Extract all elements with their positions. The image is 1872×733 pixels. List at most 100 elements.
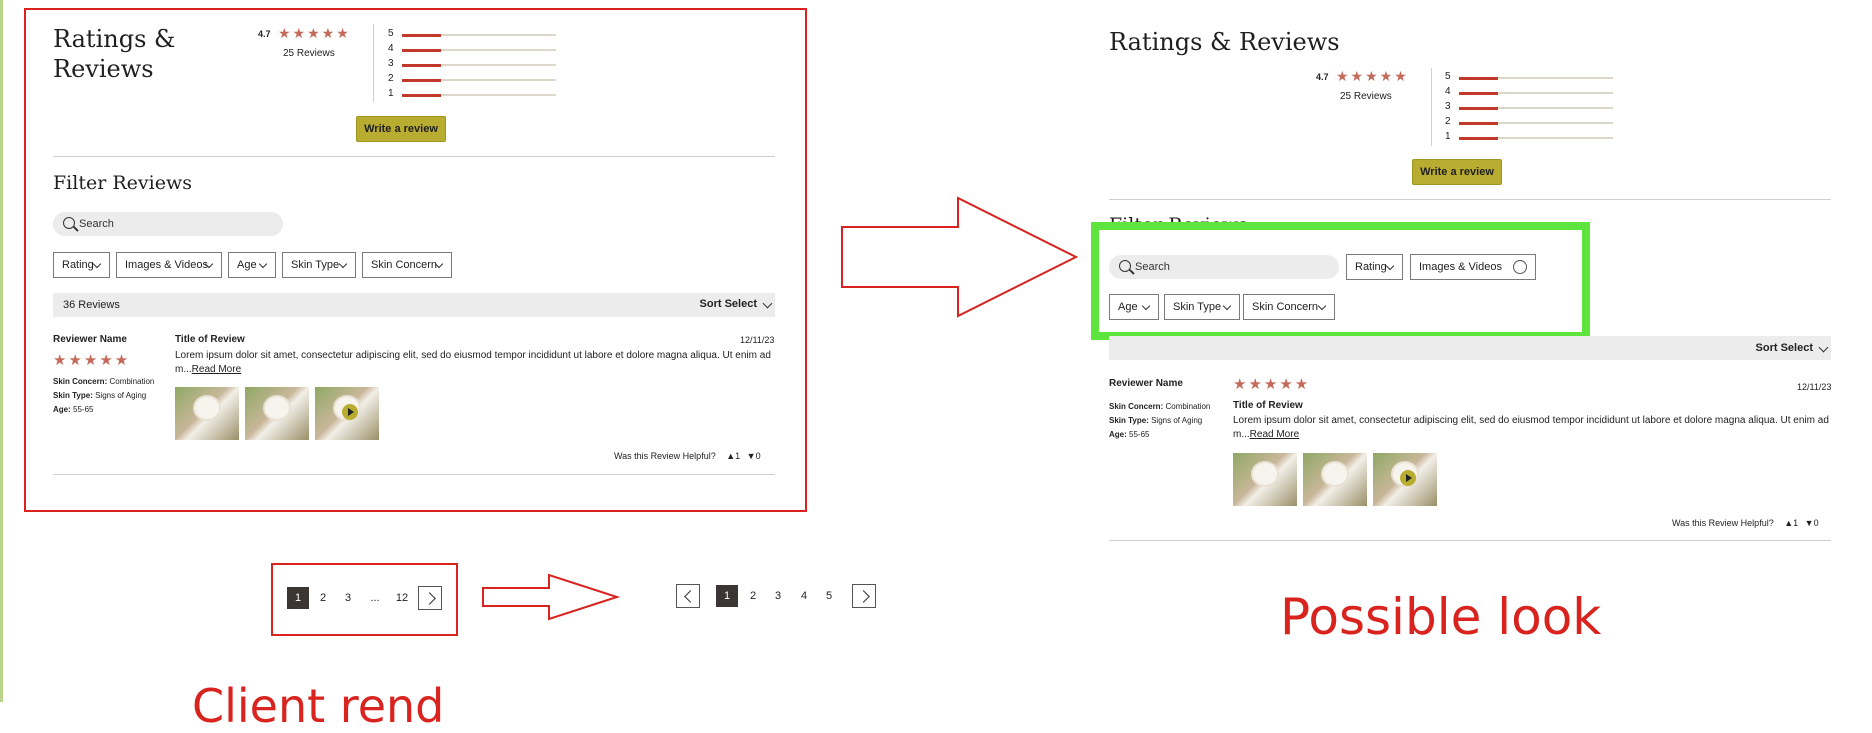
search-input-proposed[interactable]: Search	[1109, 255, 1339, 279]
thumbnail-image	[1323, 463, 1347, 485]
thumbs-down-icon[interactable]: ▼	[1805, 518, 1814, 528]
reviewer-skin-concern: Skin Concern: Combination	[53, 377, 154, 386]
rating-bar-track	[402, 33, 556, 37]
review-thumbnail[interactable]	[245, 387, 309, 440]
rating-bar-fill	[402, 63, 441, 67]
rating-bar-track	[1459, 121, 1613, 125]
write-review-button-proposed[interactable]: Write a review	[1412, 159, 1502, 185]
filter-rating-label: Rating	[62, 259, 94, 271]
rating-bar-label: 3	[1445, 101, 1451, 112]
filter-age[interactable]: Age	[228, 252, 276, 278]
chevron-down-icon	[1818, 342, 1829, 353]
rating-bar-3[interactable]: 3	[388, 58, 558, 72]
rating-bar-2[interactable]: 2	[1445, 116, 1615, 130]
chevron-down-icon	[338, 259, 348, 269]
review-thumbnail[interactable]	[1303, 453, 1367, 506]
search-icon	[63, 217, 75, 229]
chevron-down-icon	[1222, 301, 1232, 311]
filter-rating[interactable]: Rating	[53, 252, 110, 278]
review-body-proposed: Lorem ipsum dolor sit amet, consectetur …	[1233, 414, 1833, 442]
filter-age-label: Age	[1118, 301, 1138, 313]
average-rating-proposed: 4.7	[1316, 72, 1329, 82]
rating-bar-track	[402, 93, 556, 97]
rating-bar-fill	[402, 33, 441, 37]
play-icon	[342, 404, 358, 420]
rating-bar-4[interactable]: 4	[388, 43, 558, 57]
rating-bar-track	[402, 48, 556, 52]
client-caption: Client rend	[192, 679, 445, 733]
filter-skin-concern-proposed[interactable]: Skin Concern	[1243, 294, 1335, 320]
page-5-proposed[interactable]: 5	[818, 585, 840, 607]
filter-skin-type[interactable]: Skin Type	[282, 252, 356, 278]
age-label: Age:	[53, 405, 71, 414]
play-icon	[1400, 470, 1416, 486]
thumbs-up-icon[interactable]: ▲	[726, 451, 735, 461]
section-divider-proposed	[1109, 199, 1831, 200]
search-input[interactable]: Search	[53, 212, 283, 236]
rating-bar-label: 1	[388, 88, 394, 99]
read-more-link[interactable]: Read More	[1250, 429, 1299, 440]
prev-page-button[interactable]	[676, 584, 700, 608]
chevron-down-icon	[1141, 301, 1151, 311]
next-page-button-proposed[interactable]	[852, 584, 876, 608]
skin-type-label: Skin Type:	[1109, 416, 1149, 425]
filter-images-videos[interactable]: Images & Videos	[116, 252, 222, 278]
rating-bar-5[interactable]: 5	[388, 28, 558, 42]
average-stars: ★★★★★	[278, 25, 351, 41]
review-video-thumbnail[interactable]	[1373, 453, 1437, 506]
possible-look-caption: Possible look	[1280, 588, 1602, 646]
page-3[interactable]: 3	[337, 587, 359, 609]
chevron-left-icon	[684, 590, 697, 603]
average-rating: 4.7	[258, 29, 271, 39]
rating-bar-1[interactable]: 1	[1445, 131, 1615, 145]
rating-bar-1[interactable]: 1	[388, 88, 558, 102]
reviewer-skin-concern-proposed: Skin Concern: Combination	[1109, 402, 1210, 411]
rating-bar-label: 4	[1445, 86, 1451, 97]
sort-select[interactable]: Sort Select	[700, 298, 773, 310]
filter-age-proposed[interactable]: Age	[1109, 294, 1159, 320]
reviewer-age-proposed: Age: 55-65	[1109, 430, 1149, 439]
thumbs-up-icon[interactable]: ▲	[1784, 518, 1793, 528]
next-page-button[interactable]	[418, 586, 442, 610]
rating-bar-fill	[1459, 106, 1498, 110]
rating-distribution-proposed[interactable]: 5 4 3 2 1	[1445, 71, 1615, 146]
left-edge-strip	[0, 0, 3, 702]
filter-rating-proposed[interactable]: Rating	[1346, 254, 1403, 280]
page-1[interactable]: 1	[287, 587, 309, 609]
filter-images-videos-proposed[interactable]: Images & Videos	[1410, 254, 1536, 280]
rating-bar-4[interactable]: 4	[1445, 86, 1615, 100]
search-icon	[1119, 260, 1131, 272]
chevron-down-icon	[1317, 301, 1327, 311]
page-2[interactable]: 2	[312, 587, 334, 609]
page-2-proposed[interactable]: 2	[742, 585, 764, 607]
rating-bar-5[interactable]: 5	[1445, 71, 1615, 85]
filter-title: Filter Reviews	[53, 172, 192, 194]
review-video-thumbnail[interactable]	[315, 387, 379, 440]
search-placeholder-proposed: Search	[1135, 261, 1170, 273]
rating-bar-2[interactable]: 2	[388, 73, 558, 87]
skin-concern-label: Skin Concern:	[1109, 402, 1164, 411]
reviewer-name-proposed: Reviewer Name	[1109, 378, 1183, 389]
average-stars-proposed: ★★★★★	[1336, 68, 1409, 84]
read-more-link[interactable]: Read More	[192, 364, 241, 375]
chevron-right-icon	[423, 592, 436, 605]
rating-bar-track	[1459, 106, 1613, 110]
write-review-button[interactable]: Write a review	[356, 116, 446, 142]
thumbs-down-icon[interactable]: ▼	[747, 451, 756, 461]
rating-bar-3[interactable]: 3	[1445, 101, 1615, 115]
page-12[interactable]: 12	[391, 587, 413, 609]
helpful-row: Was this Review Helpful? ▲1 ▼0	[614, 451, 761, 461]
skin-type-label: Skin Type:	[53, 391, 93, 400]
sort-select-proposed[interactable]: Sort Select	[1756, 342, 1829, 354]
filter-skin-type-proposed[interactable]: Skin Type	[1164, 294, 1240, 320]
review-thumbnail[interactable]	[1233, 453, 1297, 506]
rating-divider-proposed	[1431, 68, 1432, 146]
rating-distribution[interactable]: 5 4 3 2 1	[388, 28, 558, 103]
page-4-proposed[interactable]: 4	[793, 585, 815, 607]
page-3-proposed[interactable]: 3	[767, 585, 789, 607]
review-thumbnail[interactable]	[175, 387, 239, 440]
filter-skin-concern[interactable]: Skin Concern	[362, 252, 452, 278]
page-1-proposed[interactable]: 1	[716, 585, 738, 607]
chevron-down-icon	[762, 298, 773, 309]
rating-bar-fill	[1459, 76, 1498, 80]
